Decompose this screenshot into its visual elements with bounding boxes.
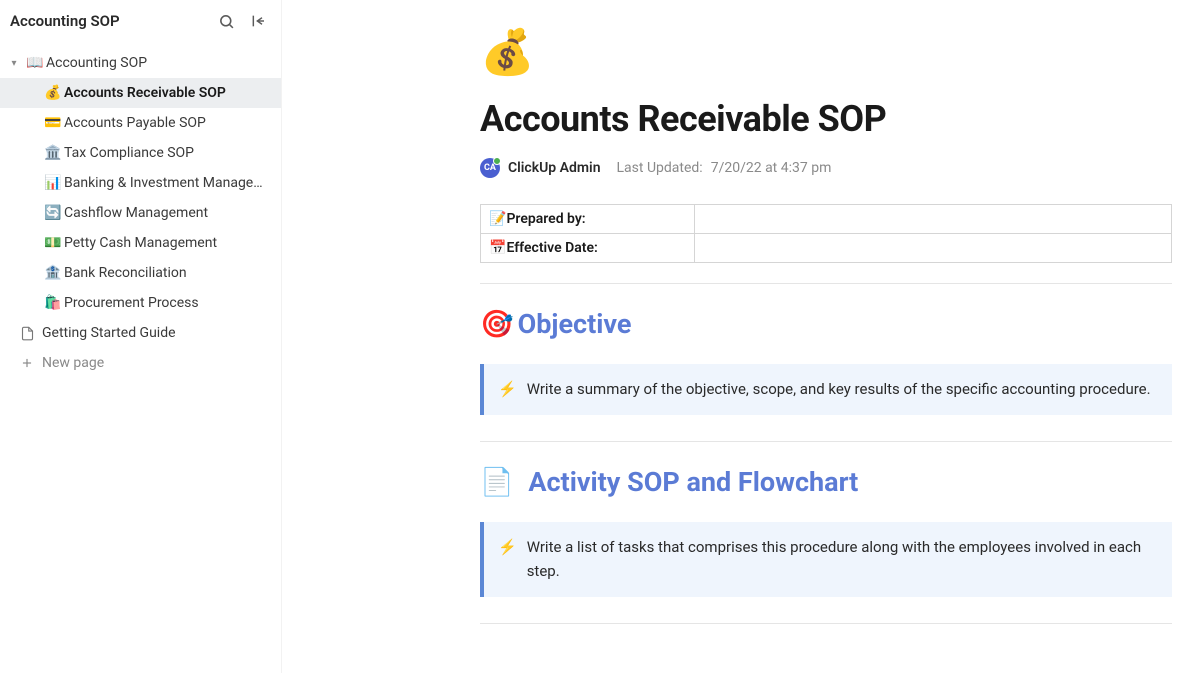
tree-item-getting-started[interactable]: Getting Started Guide	[0, 318, 281, 348]
bank-icon: 🏛️	[42, 145, 64, 161]
author-name: ClickUp Admin	[508, 160, 601, 176]
heading-text: Activity SOP and Flowchart	[528, 466, 858, 498]
tree-item-bank-reconciliation[interactable]: 🏦 Bank Reconciliation	[0, 258, 281, 288]
book-icon: 📖	[24, 55, 46, 71]
bags-icon: 🛍️	[42, 295, 64, 311]
table-row[interactable]: 📅Effective Date:	[481, 234, 1172, 263]
new-page-button[interactable]: New page	[0, 348, 281, 378]
tree-item-petty-cash[interactable]: 💵 Petty Cash Management	[0, 228, 281, 258]
collapse-sidebar-icon[interactable]	[249, 12, 267, 30]
section-heading-objective[interactable]: 🎯Objective	[480, 308, 1172, 340]
page-icon	[20, 326, 42, 341]
bank-icon: 🏦	[42, 265, 64, 281]
tree-item-label: Getting Started Guide	[42, 325, 271, 341]
sidebar-actions	[217, 12, 267, 30]
plus-icon	[20, 356, 42, 370]
divider	[480, 623, 1172, 624]
tree-item-label: Cashflow Management	[64, 205, 271, 221]
effective-date-value[interactable]	[695, 234, 1172, 263]
page-emoji[interactable]: 💰	[480, 30, 1172, 74]
tree-item-accounts-receivable[interactable]: 💰 Accounts Receivable SOP	[0, 78, 281, 108]
target-icon: 🎯	[480, 308, 514, 340]
avatar[interactable]: CA	[480, 158, 500, 178]
tree-item-label: Accounting SOP	[46, 55, 271, 71]
byline: CA ClickUp Admin Last Updated: 7/20/22 a…	[480, 158, 1172, 178]
callout-objective[interactable]: ⚡ Write a summary of the objective, scop…	[480, 364, 1172, 415]
callout-text: Write a list of tasks that comprises thi…	[527, 536, 1156, 583]
cash-icon: 💵	[42, 235, 64, 251]
workspace-title: Accounting SOP	[10, 12, 120, 30]
tree-item-label: Accounts Receivable SOP	[64, 85, 271, 101]
tree-item-cashflow[interactable]: 🔄 Cashflow Management	[0, 198, 281, 228]
tree-item-label: Bank Reconciliation	[64, 265, 271, 281]
search-icon[interactable]	[217, 12, 235, 30]
tree-item-procurement[interactable]: 🛍️ Procurement Process	[0, 288, 281, 318]
page-tree: ▾ 📖 Accounting SOP 💰 Accounts Receivable…	[0, 38, 281, 378]
page-title[interactable]: Accounts Receivable SOP	[480, 98, 1172, 140]
tree-item-banking-investment[interactable]: 📊 Banking & Investment Managem...	[0, 168, 281, 198]
prepared-by-label[interactable]: 📝Prepared by:	[481, 205, 695, 234]
sidebar-header: Accounting SOP	[0, 0, 281, 38]
refresh-icon: 🔄	[42, 205, 64, 221]
tree-item-label: Procurement Process	[64, 295, 271, 311]
tree-root-accounting-sop[interactable]: ▾ 📖 Accounting SOP	[0, 48, 281, 78]
document: 💰 Accounts Receivable SOP CA ClickUp Adm…	[480, 30, 1172, 624]
effective-date-label[interactable]: 📅Effective Date:	[481, 234, 695, 263]
chevron-down-icon[interactable]: ▾	[4, 58, 24, 69]
main-content: 💰 Accounts Receivable SOP CA ClickUp Adm…	[282, 0, 1200, 673]
last-updated-value: 7/20/22 at 4:37 pm	[711, 160, 832, 176]
bolt-icon: ⚡	[498, 536, 517, 583]
heading-text: Objective	[518, 308, 632, 340]
tree-item-label: Petty Cash Management	[64, 235, 271, 251]
sidebar: Accounting SOP ▾ 📖 Accounting SOP	[0, 0, 282, 673]
table-row[interactable]: 📝Prepared by:	[481, 205, 1172, 234]
card-icon: 💳	[42, 115, 64, 131]
new-page-label: New page	[42, 355, 271, 371]
callout-text: Write a summary of the objective, scope,…	[527, 378, 1151, 401]
tree-item-accounts-payable[interactable]: 💳 Accounts Payable SOP	[0, 108, 281, 138]
divider	[480, 283, 1172, 284]
page-icon: 📄	[480, 466, 514, 498]
bolt-icon: ⚡	[498, 378, 517, 401]
money-bag-icon: 💰	[42, 85, 64, 101]
tree-item-tax-compliance[interactable]: 🏛️ Tax Compliance SOP	[0, 138, 281, 168]
section-heading-activity[interactable]: 📄 Activity SOP and Flowchart	[480, 466, 1172, 498]
chart-icon: 📊	[42, 175, 64, 191]
tree-item-label: Banking & Investment Managem...	[64, 175, 271, 191]
prepared-by-value[interactable]	[695, 205, 1172, 234]
tree-item-label: Tax Compliance SOP	[64, 145, 271, 161]
tree-item-label: Accounts Payable SOP	[64, 115, 271, 131]
info-table: 📝Prepared by: 📅Effective Date:	[480, 204, 1172, 263]
divider	[480, 441, 1172, 442]
callout-activity[interactable]: ⚡ Write a list of tasks that comprises t…	[480, 522, 1172, 597]
last-updated-label: Last Updated:	[617, 160, 703, 176]
